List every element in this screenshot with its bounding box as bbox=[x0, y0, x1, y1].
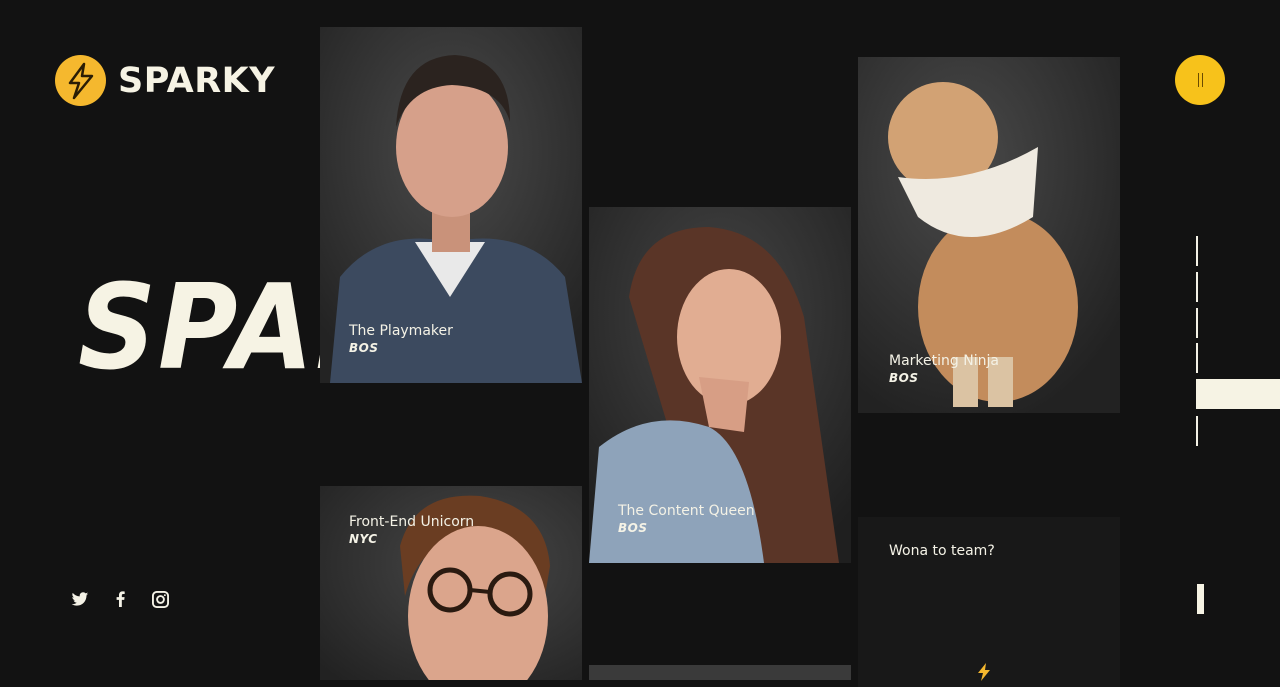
team-card-content-queen[interactable]: The Content Queen BOS bbox=[589, 207, 851, 563]
team-role: Marketing Ninja bbox=[889, 353, 999, 369]
instagram-icon[interactable] bbox=[151, 590, 169, 608]
lightning-bolt-icon bbox=[976, 663, 992, 685]
team-city: BOS bbox=[349, 341, 379, 355]
team-caption: Marketing Ninja BOS bbox=[889, 353, 999, 387]
slide-nav-active[interactable] bbox=[1196, 379, 1280, 409]
team-caption: The Content Queen BOS bbox=[618, 503, 755, 537]
slide-nav-tick[interactable] bbox=[1196, 272, 1198, 302]
facebook-icon[interactable] bbox=[111, 590, 129, 608]
team-card-partial[interactable] bbox=[589, 665, 851, 680]
team-card-playmaker[interactable]: The Playmaker BOS bbox=[320, 27, 582, 383]
team-city: NYC bbox=[349, 532, 378, 546]
brand-logo[interactable]: SPARKY bbox=[55, 55, 275, 106]
join-team-card[interactable]: Wona to team? bbox=[858, 517, 1120, 687]
team-card-marketing-ninja[interactable]: Marketing Ninja BOS bbox=[858, 57, 1120, 413]
team-role: The Playmaker bbox=[349, 323, 453, 339]
pause-menu-icon bbox=[1197, 73, 1199, 87]
pause-menu-icon bbox=[1201, 73, 1203, 87]
twitter-icon[interactable] bbox=[71, 590, 89, 608]
slide-nav-tick[interactable] bbox=[1196, 416, 1198, 446]
slide-nav-tick[interactable] bbox=[1196, 308, 1198, 338]
team-caption: Front-End Unicorn NYC bbox=[349, 514, 474, 548]
menu-button[interactable] bbox=[1175, 55, 1225, 105]
team-city: BOS bbox=[889, 371, 919, 385]
social-links bbox=[71, 590, 169, 608]
team-role: Front-End Unicorn bbox=[349, 514, 475, 530]
team-role: The Content Queen bbox=[618, 503, 755, 519]
scroll-indicator[interactable] bbox=[1197, 584, 1204, 614]
join-team-title: Wona to team? bbox=[889, 543, 995, 559]
team-caption: The Playmaker BOS bbox=[349, 323, 453, 357]
slide-nav-tick[interactable] bbox=[1196, 236, 1198, 266]
lightning-logo-icon bbox=[55, 55, 106, 106]
slide-nav-tick[interactable] bbox=[1196, 343, 1198, 373]
brand-name: SPARKY bbox=[118, 60, 276, 101]
team-card-front-end-unicorn[interactable]: Front-End Unicorn NYC bbox=[320, 486, 582, 680]
team-city: BOS bbox=[618, 521, 648, 535]
